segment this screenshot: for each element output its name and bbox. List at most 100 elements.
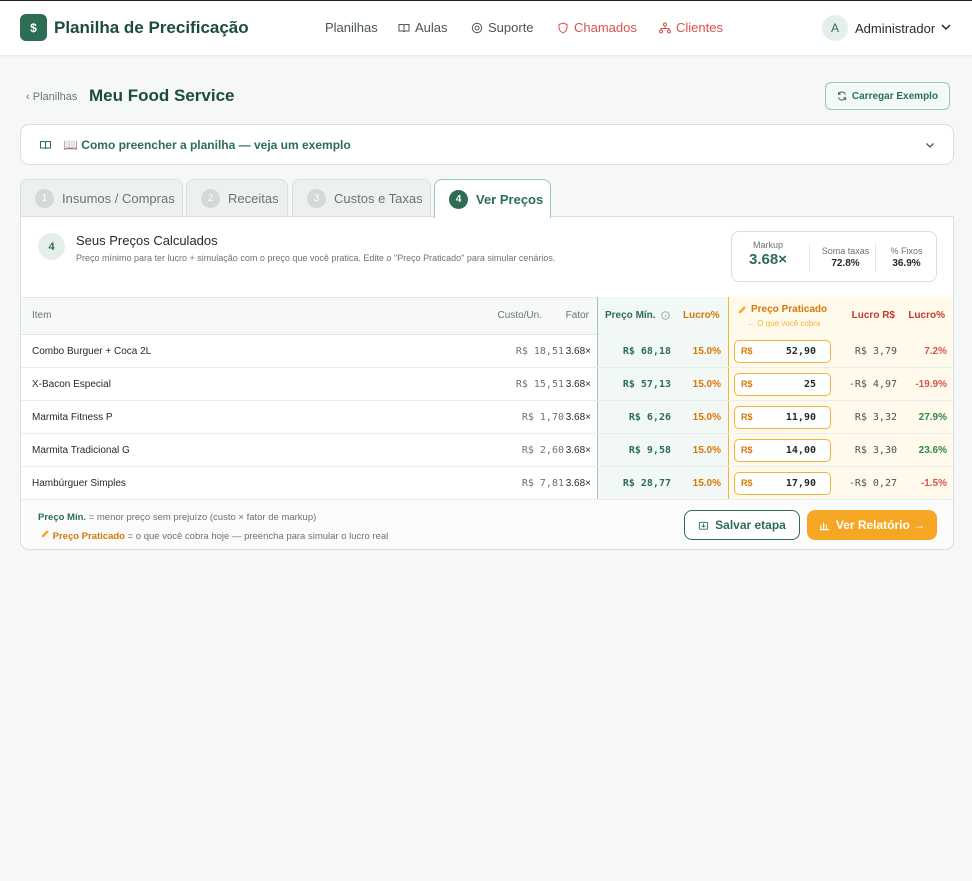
nav-planilhas[interactable]: Planilhas (325, 20, 378, 35)
stat-label: Markup (752, 240, 783, 250)
nav-label: Aulas (415, 20, 448, 35)
button-label: Salvar etapa (715, 518, 786, 532)
tab-number: 4 (449, 189, 468, 209)
user-menu-name[interactable]: Administrador (855, 21, 935, 36)
target-margin: 15.0% (692, 379, 721, 390)
lifebuoy-icon (471, 22, 483, 33)
col-profit-rs: Lucro R$ (851, 310, 895, 321)
chevron-down-icon[interactable] (940, 21, 952, 33)
target-margin: 15.0% (692, 478, 721, 489)
col-item: Item (32, 310, 52, 321)
target-margin: 15.0% (692, 445, 721, 456)
item-name: Combo Burguer + Coca 2L (32, 346, 152, 357)
practiced-price-value: 52,90 (785, 346, 816, 357)
table-row: Marmita Tradicional G R$ 2,60 3.68× R$ 9,58… (21, 434, 953, 467)
col-margin: Lucro% (683, 310, 720, 321)
nav-aulas[interactable]: Aulas (398, 20, 448, 35)
tab-label: Insumos / Compras (62, 191, 175, 206)
button-label: Ver Relatório → (835, 518, 926, 532)
tab-insumos[interactable]: 1 Insumos / Compras (20, 179, 183, 217)
save-step-button[interactable]: Salvar etapa (684, 510, 800, 540)
dollar-logo-icon[interactable]: $ (20, 14, 47, 41)
practiced-price-input[interactable]: R$ 17,90 (734, 472, 831, 495)
tab-ver-precos[interactable]: 4 Ver Preços (434, 179, 551, 218)
markup-stats-card: Markup 3.68× Soma taxas 72.8% % Fixos 36… (731, 231, 937, 282)
book-icon (398, 23, 410, 32)
breadcrumb-back[interactable]: ‹ Planilhas (26, 91, 77, 103)
practiced-price-value: 17,90 (785, 478, 816, 489)
network-icon (659, 22, 671, 33)
nav-label: Clientes (676, 20, 723, 35)
book-icon (40, 141, 51, 150)
nav-clientes[interactable]: Clientes (659, 20, 723, 35)
practiced-price-input[interactable]: R$ 52,90 (734, 340, 831, 363)
nav-label: Planilhas (325, 20, 378, 35)
profit-amount: R$ 3,79 (854, 346, 897, 357)
table-row: X-Bacon Especial R$ 15,51 3.68× R$ 57,13 15.… (21, 368, 953, 401)
avatar[interactable]: A (822, 15, 848, 41)
tab-number: 1 (35, 189, 54, 208)
nav-chamados[interactable]: Chamados (557, 20, 637, 35)
profit-percent: -1.5% (920, 478, 947, 489)
unit-cost: R$ 7,81 (521, 478, 564, 489)
table-row: Combo Burguer + Coca 2L R$ 18,51 3.68× R$ 6… (21, 335, 953, 368)
item-name: Marmita Tradicional G (32, 445, 130, 456)
app-title[interactable]: Planilha de Precificação (54, 18, 249, 38)
markup-factor: 3.68× (565, 478, 591, 489)
col-min-price: Preço Mín. (605, 310, 670, 321)
chevron-down-icon (926, 143, 934, 148)
practiced-price-value: 14,00 (785, 445, 816, 456)
profit-percent: 23.6% (918, 445, 947, 456)
info-icon[interactable] (660, 311, 670, 320)
breadcrumb-label: Planilhas (32, 91, 78, 103)
target-margin: 15.0% (692, 346, 721, 357)
practiced-price-input[interactable]: R$ 25 (734, 373, 831, 396)
stat-value: 72.8% (831, 258, 860, 269)
legend-practiced: Preço Praticado = o que você cobra hoje … (40, 529, 388, 542)
view-report-button[interactable]: Ver Relatório → (807, 510, 937, 540)
item-name: Hambúrguer Simples (32, 478, 126, 489)
col-profit-pct: Lucro% (908, 310, 945, 321)
stat-value: 3.68× (749, 251, 787, 268)
profit-percent: 7.2% (924, 346, 947, 357)
min-price: R$ 57,13 (622, 379, 671, 390)
target-margin: 15.0% (692, 412, 721, 423)
chevron-left-icon: ‹ (26, 91, 33, 103)
item-name: Marmita Fitness P (32, 412, 113, 423)
markup-stat: Markup 3.68× (732, 240, 804, 268)
nav-suporte[interactable]: Suporte (471, 20, 534, 35)
markup-factor: 3.68× (565, 412, 591, 423)
bar-chart-icon (819, 522, 829, 530)
tab-receitas[interactable]: 2 Receitas (186, 179, 288, 217)
nav-label: Suporte (488, 20, 534, 35)
prices-panel: 4 Seus Preços Calculados Preço mínimo pa… (20, 216, 954, 550)
tab-label: Ver Preços (476, 191, 544, 207)
refresh-icon (837, 91, 846, 101)
practiced-price-input[interactable]: R$ 11,90 (734, 406, 831, 429)
tab-number: 3 (307, 189, 326, 208)
practiced-price-value: 25 (803, 379, 816, 390)
col-practiced: Preço Praticado (737, 304, 827, 315)
currency-prefix: R$ (741, 478, 753, 488)
markup-factor: 3.68× (565, 445, 591, 456)
practiced-price-value: 11,90 (785, 412, 816, 423)
tab-custos[interactable]: 3 Custos e Taxas (292, 179, 431, 217)
help-accordion[interactable]: 📖 Como preencher a planilha — veja um ex… (20, 124, 954, 165)
stat-label: Soma taxas (821, 246, 870, 256)
legend-text: = menor preço sem prejuízo (custo × fato… (88, 512, 317, 523)
unit-cost: R$ 18,51 (515, 346, 564, 357)
unit-cost: R$ 15,51 (515, 379, 564, 390)
profit-amount: -R$ 4,97 (848, 379, 897, 390)
shield-icon (558, 21, 568, 33)
currency-prefix: R$ (741, 412, 753, 422)
load-example-button[interactable]: Carregar Exemplo (825, 82, 950, 110)
section-title: Seus Preços Calculados (76, 233, 218, 248)
min-price: R$ 68,18 (622, 346, 671, 357)
profit-percent: -19.9% (915, 379, 947, 390)
panel-footer: Preço Mín. = menor preço sem prejuízo (c… (21, 500, 953, 549)
legend-min-price: Preço Mín. = menor preço sem prejuízo (c… (38, 512, 316, 523)
markup-factor: 3.68× (565, 379, 591, 390)
item-name: X-Bacon Especial (32, 379, 111, 390)
practiced-price-input[interactable]: R$ 14,00 (734, 439, 831, 462)
practiced-hint: ← O que você cobra (747, 319, 821, 328)
